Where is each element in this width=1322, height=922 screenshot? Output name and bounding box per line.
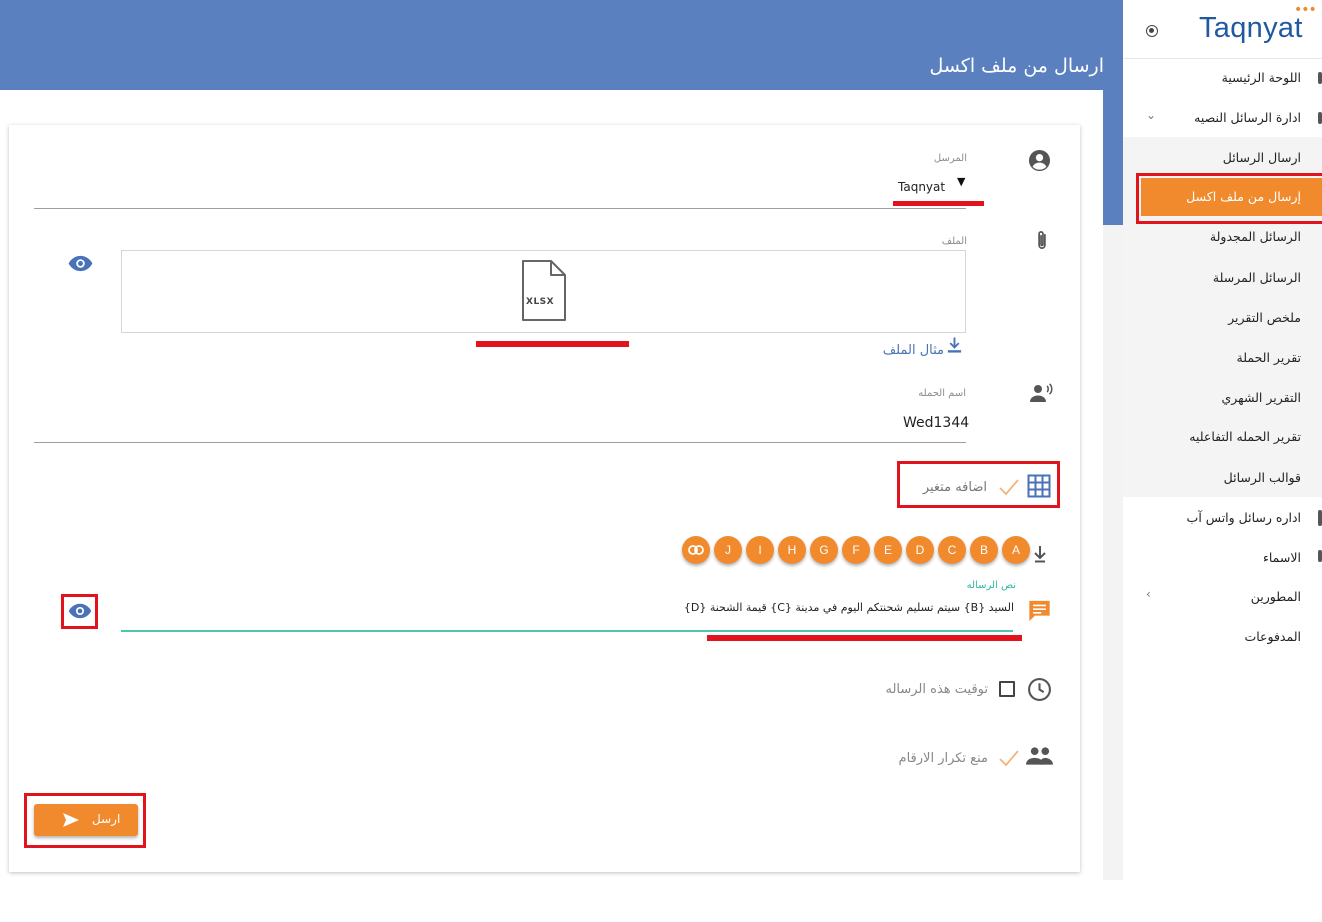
sidebar-item-developers[interactable]: المطورين (1251, 589, 1301, 604)
variable-chip-e[interactable]: E (874, 536, 902, 564)
paperclip-icon (1038, 231, 1046, 249)
schedule-label[interactable]: توقيت هذه الرساله (885, 682, 988, 697)
sidebar-item-contacts[interactable]: الاسماء (1263, 550, 1301, 565)
sender-highlight (893, 201, 984, 206)
add-variable-label[interactable]: اضافه متغير (923, 480, 987, 495)
variable-chip-j[interactable]: J (714, 536, 742, 564)
sidebar-item-dashboard[interactable]: اللوحة الرئيسية (1222, 70, 1301, 85)
variable-chip-c[interactable]: C (938, 536, 966, 564)
link-icon (688, 545, 704, 555)
sidebar-divider (1123, 58, 1322, 59)
speaker-user-icon (1030, 383, 1053, 402)
check-icon (999, 479, 1019, 496)
sidebar-item-templates[interactable]: قوالب الرسائل (1224, 470, 1301, 485)
download-icon[interactable] (946, 336, 963, 354)
xlsx-file-icon (522, 260, 566, 321)
user-circle-icon (1028, 149, 1051, 172)
dropdown-caret-icon[interactable]: ▼ (957, 175, 965, 188)
campaign-underline (34, 442, 966, 443)
send-icon (63, 813, 79, 827)
variable-chip-d[interactable]: D (906, 536, 934, 564)
dashboard-icon (1318, 72, 1322, 84)
logo: Taqnyat (1199, 12, 1303, 44)
file-highlight (476, 341, 629, 347)
chevron-left-icon[interactable]: ‹ (1146, 587, 1151, 601)
logo-dots-icon: ••• (1294, 2, 1317, 18)
chat-icon (1029, 600, 1050, 622)
variable-chip-a[interactable]: A (1002, 536, 1030, 564)
sidebar-item-report-summary[interactable]: ملخص التقرير (1228, 310, 1301, 325)
page-title: ارسال من ملف اكسل (929, 55, 1104, 77)
sidebar-item-send-messages[interactable]: ارسال الرسائل (1223, 150, 1301, 165)
message-textarea[interactable]: السيد {B} سيتم تسليم شحنتكم اليوم في مدي… (684, 601, 1014, 614)
variable-chip-g[interactable]: G (810, 536, 838, 564)
campaign-name-input[interactable]: Wed1344 (903, 415, 969, 431)
header-band-extension (1103, 90, 1123, 225)
sidebar-item-monthly-report[interactable]: التقرير الشهري (1222, 390, 1302, 405)
sidebar-item-interactive-report[interactable]: تقرير الحمله التفاعليه (1189, 429, 1301, 444)
message-highlight (707, 635, 1022, 641)
group-icon (1026, 747, 1053, 765)
variable-chip-i[interactable]: I (746, 536, 774, 564)
sidebar-item-sent[interactable]: الرسائل المرسلة (1213, 270, 1301, 285)
variable-chip-b[interactable]: B (970, 536, 998, 564)
prevent-duplicates-label[interactable]: منع تكرار الارقام (899, 751, 988, 766)
sidebar-active-highlight (1136, 173, 1322, 224)
sidebar-toggle-icon[interactable] (1146, 25, 1158, 37)
eye-preview-icon[interactable] (67, 254, 94, 273)
message-label: نص الرساله (966, 580, 1016, 591)
sender-underline (34, 208, 966, 209)
grid-table-icon[interactable] (1027, 474, 1051, 498)
page-gutter (1103, 225, 1123, 880)
eye-preview-icon[interactable] (67, 602, 93, 620)
chevron-down-icon[interactable]: ⌄ (1146, 108, 1156, 122)
file-type-label: XLSX (526, 297, 555, 307)
sender-select[interactable]: Taqnyat (898, 180, 945, 194)
whatsapp-icon (1318, 510, 1322, 526)
schedule-checkbox[interactable] (999, 681, 1015, 697)
file-label: الملف (941, 236, 967, 247)
sms-icon (1318, 112, 1322, 124)
variable-link-chip[interactable] (682, 536, 710, 564)
message-underline (121, 630, 1013, 632)
variable-chip-h[interactable]: H (778, 536, 806, 564)
check-icon (999, 750, 1019, 767)
sidebar-item-campaign-report[interactable]: تقرير الحملة (1237, 350, 1301, 365)
example-file-link[interactable]: مثال الملف (883, 343, 944, 358)
send-button-label: ارسل (92, 812, 121, 826)
variable-chip-f[interactable]: F (842, 536, 870, 564)
campaign-label: اسم الحمله (918, 388, 966, 399)
download-arrow-icon[interactable] (1033, 545, 1047, 563)
sidebar-item-sms-management[interactable]: ادارة الرسائل النصيه (1194, 110, 1301, 125)
sidebar-item-whatsapp[interactable]: اداره رسائل واتس آب (1187, 510, 1301, 525)
contacts-icon (1318, 550, 1322, 562)
clock-icon (1028, 678, 1051, 701)
sender-label: المرسل (933, 153, 967, 164)
sidebar-item-scheduled[interactable]: الرسائل المجدولة (1210, 229, 1301, 244)
send-button[interactable]: ارسل (34, 804, 138, 836)
sidebar-item-payments[interactable]: المدفوعات (1244, 629, 1301, 644)
